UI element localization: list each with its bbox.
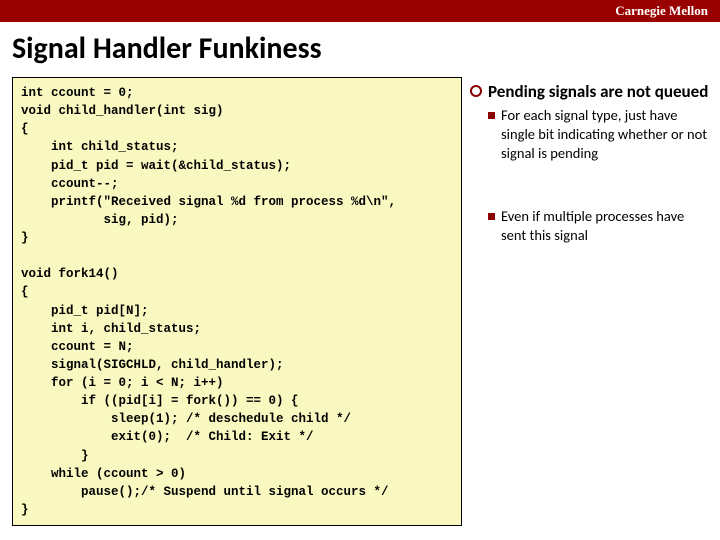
bullet-level2: Even if multiple processes have sent thi… — [488, 207, 712, 245]
brand-header: Carnegie Mellon — [0, 0, 720, 22]
bullet-sub-text: Even if multiple processes have sent thi… — [501, 207, 712, 245]
slide-content: int ccount = 0; void child_handler(int s… — [0, 77, 720, 526]
slide-title: Signal Handler Funkiness — [0, 22, 720, 77]
bullet-level2: For each signal type, just have single b… — [488, 106, 712, 163]
square-bullet-icon — [488, 112, 495, 119]
code-block: int ccount = 0; void child_handler(int s… — [12, 77, 462, 526]
ring-bullet-icon — [470, 85, 482, 97]
bullet-sub-text: For each signal type, just have single b… — [501, 106, 712, 163]
square-bullet-icon — [488, 213, 495, 220]
bullet-level1: Pending signals are not queued — [470, 81, 712, 102]
bullet-pane: Pending signals are not queued For each … — [470, 77, 712, 526]
bullet-main-text: Pending signals are not queued — [488, 81, 708, 102]
brand-text: Carnegie Mellon — [615, 3, 708, 18]
